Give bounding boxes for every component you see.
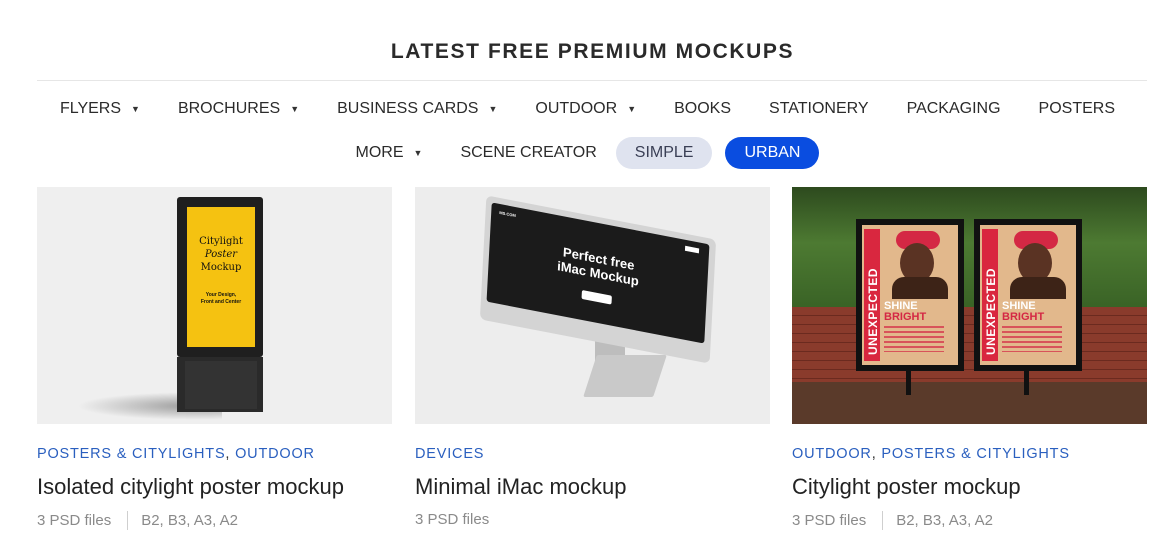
filter-pill-urban[interactable]: URBAN [725,137,820,169]
nav-item-brochures[interactable]: BROCHURES ▼ [178,100,299,118]
ad-poster: UNEXPECTED SHINE BRIGHT [862,225,958,365]
portrait-body [892,277,948,299]
ad-poster: UNEXPECTED SHINE BRIGHT [980,225,1076,365]
file-sizes: B2, B3, A3, A2 [896,512,993,529]
citylight-panel: UNEXPECTED SHINE BRIGHT [974,219,1082,371]
mockup-thumbnail[interactable]: Citylight Poster Mockup Your Design, Fro… [37,187,392,424]
category-link[interactable]: OUTDOOR [235,446,315,462]
category-link[interactable]: DEVICES [415,446,484,462]
card-meta: 3 PSD files [415,511,489,528]
display-post [906,371,911,395]
mockup-card: MS.COM Perfect free iMac Mockup DEVICES … [415,187,770,528]
nav-item-books[interactable]: BOOKS [674,100,731,118]
poster-title-line: Mockup [200,262,242,273]
poster-title-line: Poster [204,249,238,260]
citylight-panel: UNEXPECTED SHINE BRIGHT [856,219,964,371]
filter-pill-simple[interactable]: SIMPLE [615,137,713,169]
nav-item-label: BROCHURES [177,100,281,117]
nav-item-posters[interactable]: POSTERS [1039,100,1115,118]
nav-item-label: OUTDOOR [535,100,618,117]
ad-copy [1002,326,1062,352]
nav-item-more[interactable]: MORE ▼ [356,144,423,162]
mockup-card: Citylight Poster Mockup Your Design, Fro… [37,187,392,530]
category-link[interactable]: POSTERS & CITYLIGHTS [37,446,225,462]
screen-header-button [684,245,700,254]
nav-item-packaging[interactable]: PACKAGING [907,100,1001,118]
nav-item-label: BUSINESS CARDS [337,100,479,117]
file-count: 3 PSD files [415,511,490,528]
card-meta: 3 PSD files B2, B3, A3, A2 [37,511,238,530]
portrait-body [1010,277,1066,299]
mockup-thumbnail[interactable]: UNEXPECTED SHINE BRIGHT UNEXPECTED SHINE… [792,187,1147,424]
poster-subtitle-line: Your Design, [205,292,237,298]
caret-down-icon: ▼ [488,104,498,114]
nav-item-business-cards[interactable]: BUSINESS CARDS ▼ [337,100,497,118]
citylight-poster: Citylight Poster Mockup Your Design, Fro… [187,207,255,347]
poster-title: Citylight Poster Mockup [187,235,255,274]
vertical-word: UNEXPECTED [984,267,998,355]
category-nav-row-2: MORE ▼ SCENE CREATOR SIMPLE URBAN [0,137,1175,169]
nav-item-stationery[interactable]: STATIONERY [769,100,869,118]
section-heading: LATEST FREE PREMIUM MOCKUPS [390,40,795,63]
card-categories: OUTDOOR, POSTERS & CITYLIGHTS [792,446,1070,462]
vertical-word-band: UNEXPECTED [982,229,998,361]
ground [792,382,1147,424]
screen-headline: Perfect free iMac Mockup [489,230,708,302]
nav-item-label: FLYERS [59,100,122,117]
ad-copy [884,326,944,352]
screen-cta-button [581,289,612,305]
caret-down-icon: ▼ [413,148,423,158]
nav-item-scene-creator[interactable]: SCENE CREATOR [460,144,596,162]
screen-brand: MS.COM [499,209,516,219]
caret-down-icon: ▼ [290,104,300,114]
card-title[interactable]: Minimal iMac mockup [415,474,627,500]
poster-subtitle: Your Design, Front and Center [187,292,255,306]
meta-divider [127,511,129,530]
display-post [1024,371,1029,395]
file-count: 3 PSD files [792,512,867,529]
category-nav-row-1: FLYERS ▼ BROCHURES ▼ BUSINESS CARDS ▼ OU… [0,94,1175,124]
category-link[interactable]: OUTDOOR [792,446,872,462]
ad-line-2: BRIGHT [1002,311,1045,323]
poster-title-line: Citylight [199,236,243,247]
card-categories: DEVICES [415,446,484,462]
card-title[interactable]: Isolated citylight poster mockup [37,474,344,500]
citylight-base-panel [185,361,257,409]
category-link[interactable]: POSTERS & CITYLIGHTS [881,446,1069,462]
poster-subtitle-line: Front and Center [200,299,242,305]
card-title[interactable]: Citylight poster mockup [792,474,1021,500]
category-separator: , [225,446,236,462]
file-count: 3 PSD files [37,512,112,529]
ad-line-2: BRIGHT [884,311,927,323]
category-separator: , [871,446,882,462]
nav-item-flyers[interactable]: FLYERS ▼ [60,100,140,118]
nav-item-outdoor[interactable]: OUTDOOR ▼ [535,100,636,118]
mockup-card: UNEXPECTED SHINE BRIGHT UNEXPECTED SHINE… [792,187,1147,530]
heading-divider [37,80,1147,81]
imac-stand [583,355,667,397]
card-categories: POSTERS & CITYLIGHTS, OUTDOOR [37,446,315,462]
vertical-word-band: UNEXPECTED [864,229,880,361]
caret-down-icon: ▼ [131,104,140,114]
nav-item-label: MORE [355,144,404,161]
meta-divider [882,511,884,530]
file-sizes: B2, B3, A3, A2 [141,512,238,529]
card-meta: 3 PSD files B2, B3, A3, A2 [792,511,993,530]
caret-down-icon: ▼ [627,104,637,114]
vertical-word: UNEXPECTED [866,267,880,355]
trees-background [792,187,1147,327]
mockup-thumbnail[interactable]: MS.COM Perfect free iMac Mockup [415,187,770,424]
